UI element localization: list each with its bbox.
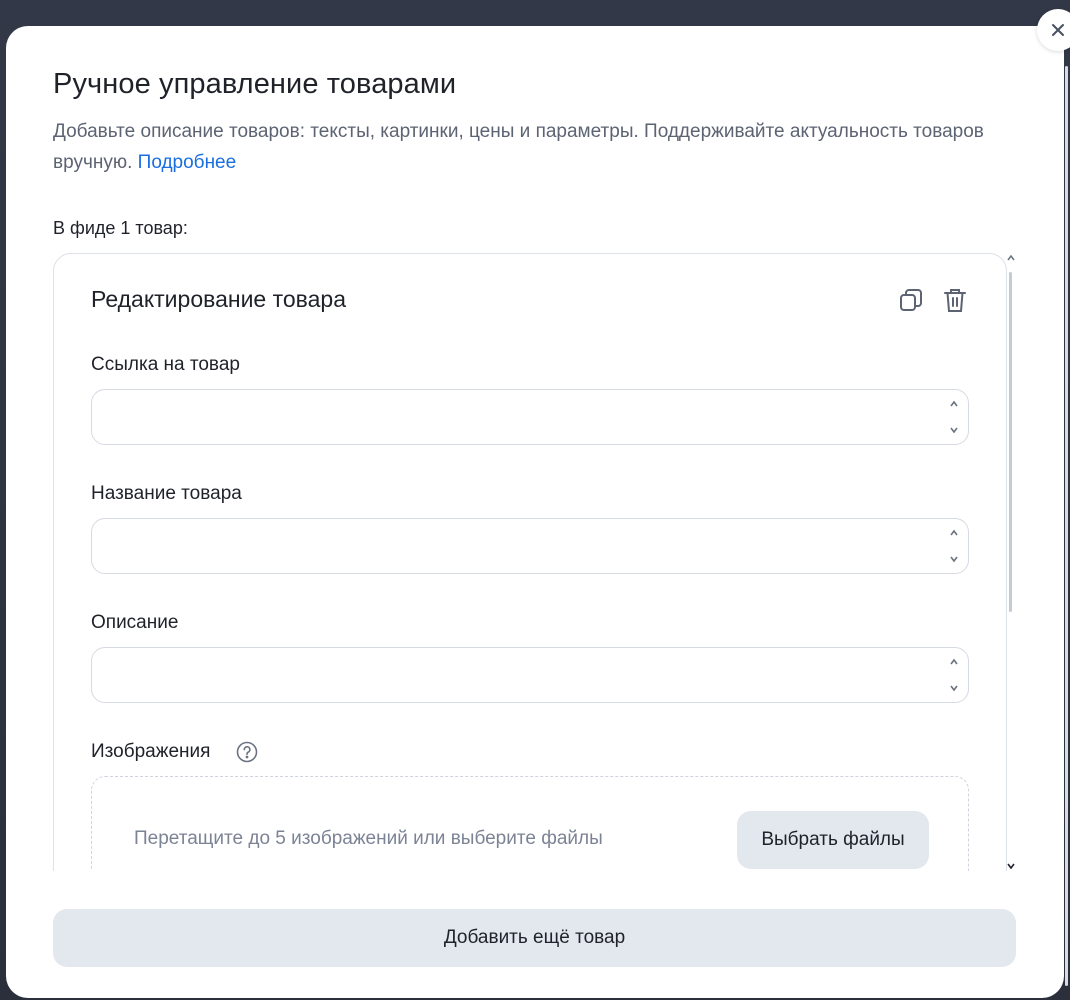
feed-count-label: В фиде 1 товар: xyxy=(53,218,188,238)
images-dropzone[interactable]: Перетащите до 5 изображений или выберите… xyxy=(91,776,969,871)
chevron-down-icon xyxy=(950,427,958,434)
modal-title: Ручное управление товарами xyxy=(53,68,457,100)
scroll-down-icon xyxy=(1007,863,1015,870)
more-link[interactable]: Подробнее xyxy=(138,152,237,173)
product-edit-card: Редактирование товара Ссылка на товар На… xyxy=(53,253,1007,871)
chevron-down-icon xyxy=(950,685,958,692)
product-link-label: Ссылка на товар xyxy=(91,354,240,375)
chevron-down-icon xyxy=(950,556,958,563)
copy-icon[interactable] xyxy=(897,286,925,314)
card-title: Редактирование товара xyxy=(91,286,346,312)
chevron-up-icon xyxy=(950,400,958,407)
resize-handle[interactable] xyxy=(948,529,960,563)
scroll-up-icon xyxy=(1007,254,1015,261)
product-name-field[interactable] xyxy=(91,518,969,575)
product-name-label: Название товара xyxy=(91,483,242,504)
choose-files-button[interactable]: Выбрать файлы xyxy=(737,811,929,869)
trash-icon[interactable] xyxy=(941,286,969,314)
add-more-product-button[interactable]: Добавить ещё товар xyxy=(53,909,1016,967)
description-label: Описание xyxy=(91,612,179,633)
modal-scrollbar[interactable] xyxy=(1065,66,1068,986)
resize-handle[interactable] xyxy=(948,658,960,692)
product-name-input[interactable] xyxy=(106,519,940,575)
product-link-input[interactable] xyxy=(106,390,940,446)
chevron-up-icon xyxy=(950,658,958,665)
manual-products-modal: Ручное управление товарами Добавьте опис… xyxy=(6,26,1068,998)
chevron-up-icon xyxy=(950,529,958,536)
modal-description: Добавьте описание товаров: тексты, карти… xyxy=(53,116,1033,178)
product-link-field[interactable] xyxy=(91,389,969,446)
card-scrollbar[interactable] xyxy=(1005,254,1017,874)
images-label: Изображения xyxy=(91,741,211,762)
dropzone-text: Перетащите до 5 изображений или выберите… xyxy=(134,828,603,849)
resize-handle[interactable] xyxy=(948,400,960,434)
scrollbar-thumb[interactable] xyxy=(1009,272,1012,612)
products-scroll-area[interactable]: Редактирование товара Ссылка на товар На… xyxy=(53,253,1007,871)
description-input[interactable] xyxy=(106,648,940,704)
question-circle-icon[interactable] xyxy=(236,741,258,763)
description-field[interactable] xyxy=(91,647,969,704)
